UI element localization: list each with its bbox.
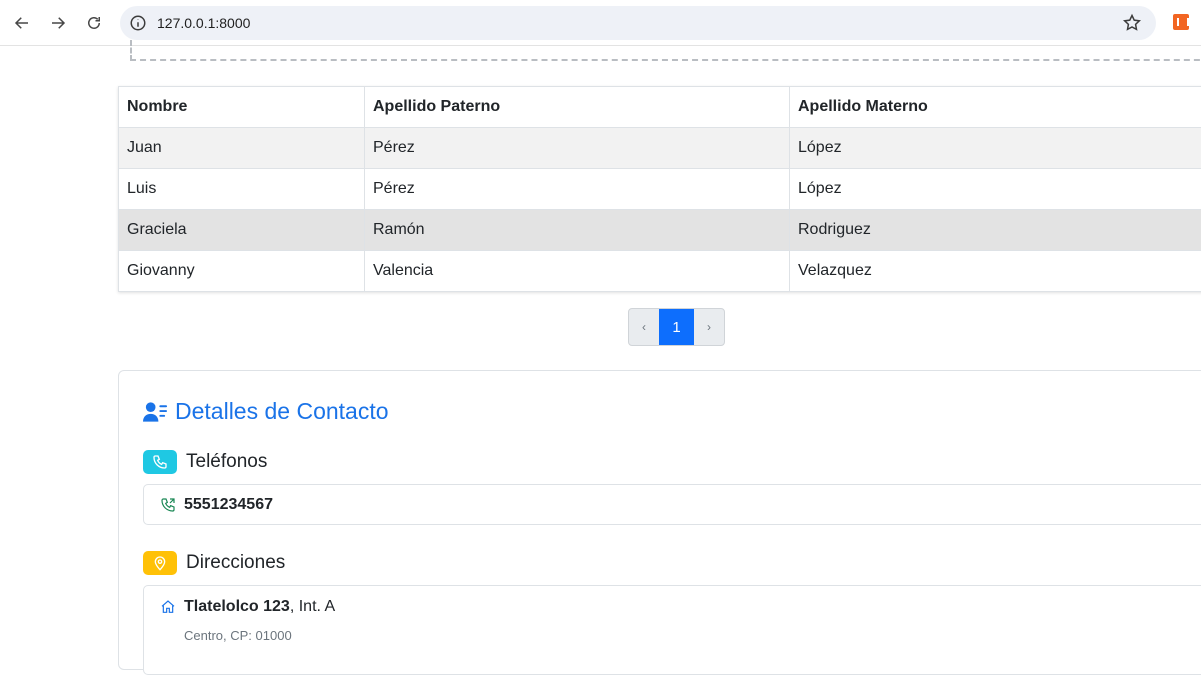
- cell-nombre: Graciela: [119, 210, 365, 251]
- table-row[interactable]: Graciela Ramón Rodriguez: [119, 210, 1201, 251]
- table-header-row: Nombre Apellido Paterno Apellido Materno: [119, 87, 1201, 128]
- cell-nombre: Luis: [119, 169, 365, 210]
- phone-line: 5551234567: [160, 496, 273, 514]
- phone-item: 5551234567: [143, 484, 1201, 525]
- url-text[interactable]: 127.0.0.1:8000: [157, 15, 250, 31]
- prev-page-button[interactable]: ‹: [629, 309, 659, 345]
- address-bar[interactable]: 127.0.0.1:8000: [120, 6, 1156, 40]
- cell-nombre: Juan: [119, 128, 365, 169]
- header-apellido-materno[interactable]: Apellido Materno: [790, 87, 1201, 128]
- phone-outgoing-icon: [160, 497, 176, 513]
- back-icon[interactable]: [10, 11, 34, 35]
- forward-icon[interactable]: [46, 11, 70, 35]
- address-badge: [143, 551, 177, 575]
- cell-apellido-materno: Rodriguez: [790, 210, 1201, 251]
- next-page-button[interactable]: ›: [694, 309, 724, 345]
- header-apellido-paterno[interactable]: Apellido Paterno: [365, 87, 790, 128]
- contact-details-card: Detalles de Contacto Teléfonos 555123456…: [118, 370, 1201, 670]
- contact-title-text: Detalles de Contacto: [175, 398, 389, 425]
- upload-dropzone[interactable]: [130, 40, 1201, 61]
- address-line: Tlatelolco 123, Int. A: [160, 598, 335, 616]
- cell-apellido-paterno: Valencia: [365, 251, 790, 292]
- house-icon: [160, 599, 176, 615]
- cell-apellido-paterno: Pérez: [365, 128, 790, 169]
- cell-apellido-paterno: Pérez: [365, 169, 790, 210]
- location-pin-icon: [152, 555, 168, 571]
- phones-heading: Teléfonos: [143, 450, 267, 474]
- cell-nombre: Giovanny: [119, 251, 365, 292]
- address-card-icon: [143, 401, 168, 423]
- people-table: Nombre Apellido Paterno Apellido Materno…: [118, 86, 1201, 292]
- cell-apellido-materno: Velazquez: [790, 251, 1201, 292]
- site-info-icon[interactable]: [129, 14, 147, 32]
- contact-title: Detalles de Contacto: [143, 398, 389, 425]
- address-detail: Centro, CP: 01000: [184, 628, 292, 643]
- phones-heading-text: Teléfonos: [186, 451, 267, 473]
- address-item: Tlatelolco 123, Int. A Centro, CP: 01000: [143, 585, 1201, 675]
- cell-apellido-materno: López: [790, 169, 1201, 210]
- reload-icon[interactable]: [82, 11, 106, 35]
- phone-badge: [143, 450, 177, 474]
- table-row[interactable]: Luis Pérez López: [119, 169, 1201, 210]
- addresses-heading: Direcciones: [143, 551, 285, 575]
- header-nombre[interactable]: Nombre: [119, 87, 365, 128]
- page-1-button[interactable]: 1: [659, 309, 694, 345]
- address-interior: , Int. A: [290, 598, 335, 616]
- address-street: Tlatelolco 123: [184, 598, 290, 616]
- cell-apellido-paterno: Ramón: [365, 210, 790, 251]
- pagination: ‹ 1 ›: [628, 308, 725, 346]
- cell-apellido-materno: López: [790, 128, 1201, 169]
- addresses-heading-text: Direcciones: [186, 552, 285, 574]
- table-row[interactable]: Juan Pérez López: [119, 128, 1201, 169]
- table-row[interactable]: Giovanny Valencia Velazquez: [119, 251, 1201, 292]
- phone-icon: [152, 454, 168, 470]
- bookmark-star-icon[interactable]: [1122, 13, 1142, 33]
- phone-number: 5551234567: [184, 496, 273, 514]
- extension-icon[interactable]: [1173, 14, 1189, 30]
